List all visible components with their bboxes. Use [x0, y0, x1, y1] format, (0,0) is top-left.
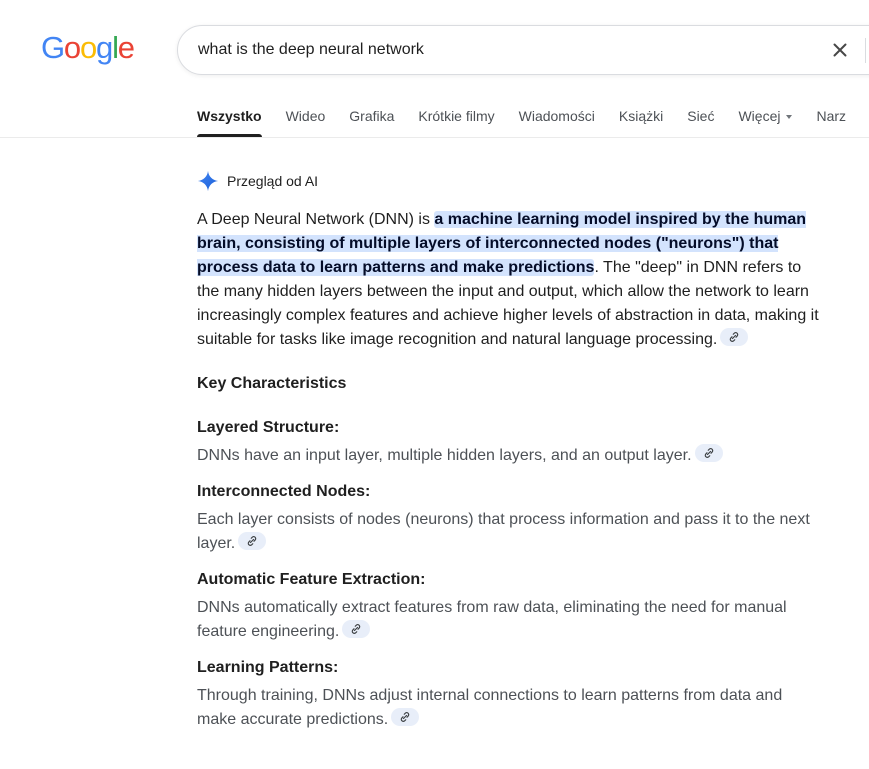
- intro-text: A Deep Neural Network (DNN) is: [197, 211, 435, 228]
- search-results-page: Google Wszystko Wideo Grafika Krótkie fi…: [0, 0, 869, 769]
- characteristic-item: Interconnected Nodes: Each layer consist…: [197, 480, 822, 556]
- tab-web[interactable]: Sieć: [687, 104, 714, 137]
- tab-more[interactable]: Więcej: [738, 104, 793, 137]
- chevron-down-icon: [786, 115, 793, 119]
- citation-link-button[interactable]: [391, 708, 420, 726]
- search-divider: [865, 38, 866, 63]
- citation-link-button[interactable]: [720, 328, 749, 346]
- tab-tools[interactable]: Narz: [816, 104, 846, 137]
- tab-images[interactable]: Grafika: [349, 104, 394, 137]
- section-heading: Key Characteristics: [197, 375, 347, 392]
- item-description-text: Through training, DNNs adjust internal c…: [197, 687, 783, 728]
- tab-short-videos[interactable]: Krótkie filmy: [418, 104, 494, 137]
- ai-overview-header: Przegląd od AI: [197, 169, 318, 193]
- link-icon: [248, 536, 257, 546]
- tab-label: Krótkie filmy: [418, 108, 495, 124]
- characteristic-item: Automatic Feature Extraction: DNNs autom…: [197, 568, 822, 644]
- item-description-text: Each layer consists of nodes (neurons) t…: [197, 511, 810, 552]
- tab-books[interactable]: Książki: [619, 104, 663, 137]
- tab-label: Więcej: [738, 108, 781, 124]
- logo-letter: e: [117, 30, 135, 65]
- close-icon: [833, 43, 847, 57]
- ai-overview-intro: A Deep Neural Network (DNN) is a machine…: [197, 208, 822, 352]
- citation-link-button[interactable]: [238, 532, 267, 550]
- characteristic-item: Layered Structure: DNNs have an input la…: [197, 416, 822, 468]
- logo-letter: o: [63, 30, 81, 65]
- tab-label: Wideo: [285, 108, 326, 124]
- item-heading: Automatic Feature Extraction:: [197, 571, 426, 588]
- tabs-divider: [0, 137, 869, 138]
- tab-label: Sieć: [687, 108, 715, 124]
- link-icon: [704, 448, 713, 458]
- tab-news[interactable]: Wiadomości: [519, 104, 595, 137]
- logo-letter: g: [96, 30, 113, 65]
- link-icon: [730, 332, 739, 342]
- link-icon: [400, 712, 410, 722]
- tab-video[interactable]: Wideo: [286, 104, 326, 137]
- google-logo[interactable]: Google: [41, 30, 135, 66]
- ai-overview-content: A Deep Neural Network (DNN) is a machine…: [197, 208, 822, 732]
- item-heading: Layered Structure:: [197, 419, 340, 436]
- search-input[interactable]: [198, 26, 798, 74]
- sparkle-icon: [197, 170, 219, 192]
- item-heading: Interconnected Nodes:: [197, 483, 371, 500]
- link-icon: [352, 624, 361, 634]
- item-heading: Learning Patterns:: [197, 659, 339, 676]
- logo-letter: o: [79, 30, 97, 65]
- item-description: DNNs have an input layer, multiple hidde…: [197, 444, 822, 468]
- tab-label: Grafika: [349, 108, 395, 124]
- logo-letter: G: [41, 30, 65, 65]
- item-description: DNNs automatically extract features from…: [197, 596, 822, 644]
- characteristic-item: Learning Patterns: Through training, DNN…: [197, 656, 822, 732]
- tab-label: Książki: [618, 108, 664, 124]
- ai-overview-title: Przegląd od AI: [227, 173, 319, 189]
- tab-label: Wszystko: [197, 108, 262, 124]
- citation-link-button[interactable]: [694, 444, 723, 462]
- item-description: Each layer consists of nodes (neurons) t…: [197, 508, 822, 556]
- item-description-text: DNNs have an input layer, multiple hidde…: [197, 447, 692, 464]
- citation-link-button[interactable]: [342, 620, 371, 638]
- clear-search-button[interactable]: [828, 38, 852, 62]
- item-description: Through training, DNNs adjust internal c…: [197, 684, 822, 732]
- search-tabs: Wszystko Wideo Grafika Krótkie filmy Wia…: [197, 104, 869, 137]
- tab-label: Narz: [816, 108, 847, 124]
- search-box: [177, 25, 869, 75]
- item-description-text: DNNs automatically extract features from…: [197, 599, 787, 640]
- tab-label: Wiadomości: [518, 108, 595, 124]
- tab-all[interactable]: Wszystko: [197, 104, 262, 137]
